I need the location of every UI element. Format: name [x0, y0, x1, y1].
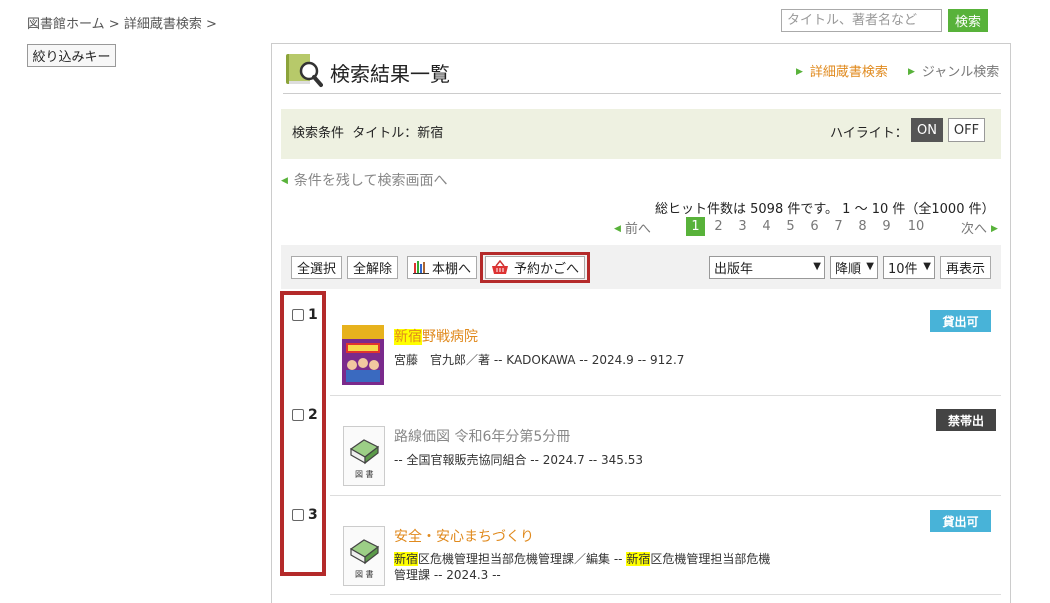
triangle-right-icon: ▶: [908, 67, 915, 77]
sort-order-select[interactable]: 降順 ▼: [830, 256, 878, 279]
highlight-outline: [480, 252, 590, 283]
pager-page[interactable]: 7: [829, 217, 848, 236]
book-meta: 宮藤 官九郎／著 -- KADOKAWA -- 2024.9 -- 912.7: [394, 353, 685, 367]
breadcrumb-separator: >: [108, 17, 120, 32]
book-placeholder-image: 図 書: [343, 426, 385, 486]
thumb-label: 図 書: [355, 570, 374, 579]
divider: [330, 495, 1001, 496]
row-number: 3: [308, 507, 318, 523]
book-meta: -- 全国官報販売協同組合 -- 2024.7 -- 345.53: [394, 453, 644, 467]
pager-page[interactable]: 6: [805, 217, 824, 236]
search-input[interactable]: [781, 9, 942, 32]
divider: [330, 594, 1001, 595]
thumb-label: 図 書: [355, 470, 374, 479]
pager-prev-label: 前へ: [624, 222, 651, 237]
highlight-off-button[interactable]: OFF: [948, 118, 985, 142]
select-all-button[interactable]: 全選択: [291, 256, 342, 279]
back-to-search-label: 条件を残して検索画面へ: [293, 173, 448, 189]
pager-page[interactable]: 10: [904, 217, 928, 236]
book-title-link[interactable]: 新宿野戦病院: [394, 326, 478, 346]
genre-search-link[interactable]: ▶ ジャンル検索: [908, 61, 999, 80]
advanced-search-label: 詳細蔵書検索: [809, 65, 888, 80]
row-checkbox[interactable]: [292, 309, 304, 321]
highlight-outline: [280, 291, 326, 576]
back-to-search-link[interactable]: ◀ 条件を残して検索画面へ: [281, 170, 448, 190]
status-badge: 貸出可: [930, 510, 991, 532]
meta-text: 区危機管理担当部危機: [650, 552, 771, 566]
bookshelf-label: 本棚へ: [431, 262, 471, 277]
divider: [330, 395, 1001, 396]
row-number: 1: [308, 307, 318, 323]
meta-text: 区危機管理担当部危機管理課／編集 --: [418, 552, 627, 566]
book-title-link[interactable]: 路線価図 令和6年分第5分冊: [394, 426, 570, 446]
status-badge: 禁帯出: [936, 409, 996, 431]
triangle-right-icon: ▶: [796, 67, 803, 77]
redisplay-button[interactable]: 再表示: [940, 256, 991, 279]
triangle-right-icon: ▶: [991, 224, 998, 234]
book-meta: 管理課 -- 2024.3 --: [394, 568, 501, 582]
book-cover-image: [342, 325, 384, 385]
pager-page[interactable]: 2: [709, 217, 728, 236]
search-button[interactable]: 検索: [948, 9, 988, 32]
pager-next-label: 次へ: [961, 222, 988, 237]
bookshelf-button[interactable]: 本棚へ: [407, 256, 477, 279]
advanced-search-link[interactable]: ▶ 詳細蔵書検索: [796, 61, 888, 80]
chevron-down-icon: ▼: [923, 261, 931, 272]
triangle-left-icon: ◀: [281, 176, 288, 186]
pager-page[interactable]: 8: [853, 217, 872, 236]
deselect-all-button[interactable]: 全解除: [347, 256, 398, 279]
book-search-icon: [286, 54, 323, 87]
row-checkbox[interactable]: [292, 509, 304, 521]
title-text: 野戦病院: [422, 329, 478, 345]
row-number: 2: [308, 407, 318, 423]
meta-highlight: 新宿: [394, 552, 419, 566]
sort-field-value: 出版年: [714, 262, 754, 277]
results-summary: 総ヒット件数は 5098 件です。 1 ～ 10 件（全1000 件）: [655, 202, 995, 217]
per-page-value: 10件: [888, 262, 918, 277]
conditions-label: 検索条件: [292, 126, 345, 141]
breadcrumb: 図書館ホーム > 詳細蔵書検索 >: [27, 13, 217, 32]
pager-page[interactable]: 4: [757, 217, 776, 236]
per-page-select[interactable]: 10件 ▼: [883, 256, 935, 279]
pager-next[interactable]: 次へ ▶: [961, 218, 998, 237]
meta-highlight: 新宿: [626, 552, 651, 566]
pager-prev[interactable]: ◀ 前へ: [614, 218, 651, 237]
book-meta: 新宿区危機管理担当部危機管理課／編集 -- 新宿区危機管理担当部危機: [394, 550, 770, 567]
filter-key-button[interactable]: 絞り込みキー: [27, 44, 116, 67]
genre-search-label: ジャンル検索: [921, 65, 1000, 80]
conditions-value: タイトル：新宿: [352, 126, 444, 141]
breadcrumb-current-link[interactable]: 詳細蔵書検索: [124, 17, 202, 32]
book-placeholder-image: 図 書: [343, 526, 385, 586]
divider: [283, 93, 1001, 94]
title-highlight: 新宿: [394, 329, 422, 345]
chevron-down-icon: ▼: [866, 261, 874, 272]
pager-page-current[interactable]: 1: [686, 217, 705, 236]
highlight-on-button[interactable]: ON: [911, 118, 943, 142]
pager-page[interactable]: 5: [781, 217, 800, 236]
sort-field-select[interactable]: 出版年 ▼: [709, 256, 825, 279]
search-conditions: 検索条件 タイトル：新宿: [292, 122, 443, 141]
pager-page[interactable]: 3: [733, 217, 752, 236]
page-title: 検索結果一覧: [330, 62, 450, 86]
book-title-link[interactable]: 安全・安心まちづくり: [394, 526, 534, 546]
status-badge: 貸出可: [930, 310, 991, 332]
sort-order-value: 降順: [835, 262, 862, 277]
row-checkbox[interactable]: [292, 409, 304, 421]
chevron-down-icon: ▼: [813, 261, 821, 272]
breadcrumb-separator: >: [205, 17, 217, 32]
triangle-left-icon: ◀: [614, 224, 621, 234]
breadcrumb-home-link[interactable]: 図書館ホーム: [27, 17, 105, 32]
highlight-label: ハイライト：: [830, 126, 908, 141]
bookshelf-icon: [412, 261, 429, 274]
pager-page[interactable]: 9: [877, 217, 896, 236]
